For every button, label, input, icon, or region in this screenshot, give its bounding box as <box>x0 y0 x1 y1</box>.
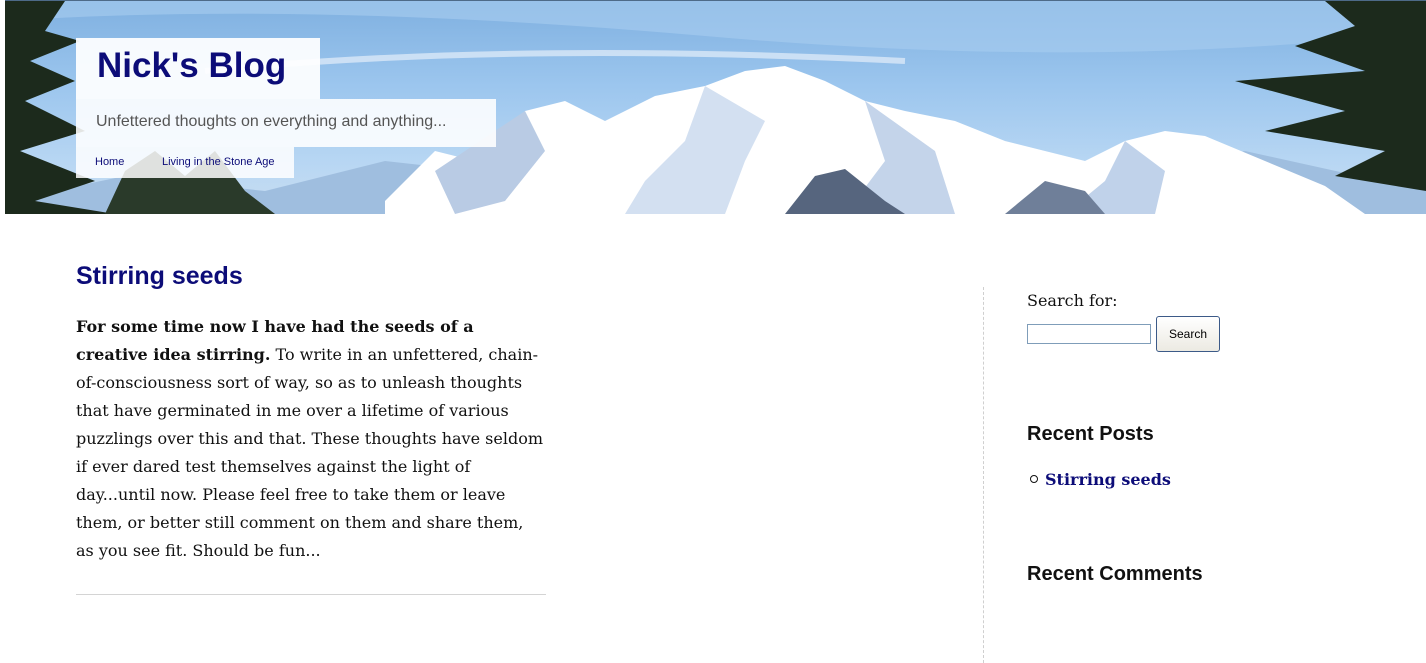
post-divider <box>76 594 546 595</box>
header-banner: Nick's Blog Unfettered thoughts on every… <box>5 0 1426 214</box>
search-label: Search for: <box>1027 291 1118 310</box>
list-item: Stirring seeds <box>1027 468 1171 490</box>
post-body-text: To write in an unfettered, chain-of-cons… <box>76 345 543 560</box>
search-input[interactable] <box>1027 324 1151 344</box>
recent-comments-heading: Recent Comments <box>1027 563 1203 585</box>
nav-stone-age-link[interactable]: Living in the Stone Age <box>162 156 275 168</box>
recent-post-link[interactable]: Stirring seeds <box>1045 470 1171 489</box>
tagline-panel: Unfettered thoughts on everything and an… <box>76 99 496 147</box>
site-title-link[interactable]: Nick's Blog <box>97 46 286 86</box>
recent-posts-heading: Recent Posts <box>1027 423 1154 445</box>
site-title-panel: Nick's Blog <box>76 38 320 99</box>
circle-bullet-icon <box>1030 475 1038 483</box>
post-title[interactable]: Stirring seeds <box>76 262 243 291</box>
top-nav: Home Living in the Stone Age <box>76 147 294 178</box>
site-tagline: Unfettered thoughts on everything and an… <box>96 113 447 130</box>
search-button[interactable]: Search <box>1156 316 1220 352</box>
sidebar-divider <box>983 287 984 663</box>
recent-posts-list: Stirring seeds <box>1027 468 1171 490</box>
post-body: For some time now I have had the seeds o… <box>76 313 546 565</box>
nav-home-link[interactable]: Home <box>95 156 124 168</box>
